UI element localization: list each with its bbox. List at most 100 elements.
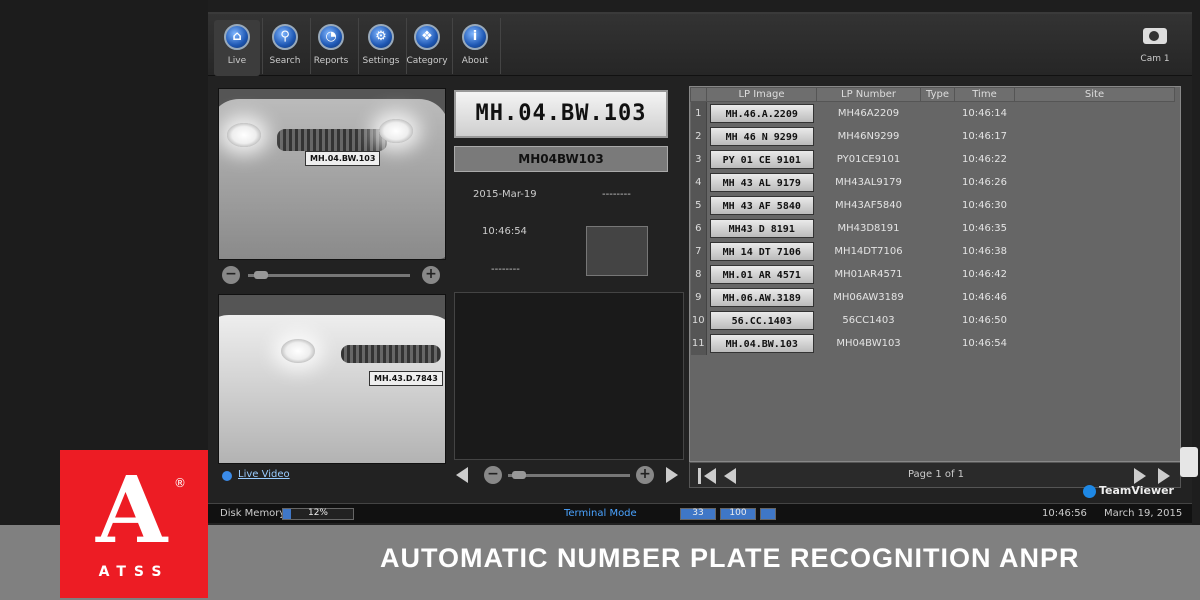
next-page-icon[interactable]	[1134, 468, 1146, 484]
terminal-mode-label: Terminal Mode	[564, 508, 637, 519]
type-cell	[921, 309, 955, 332]
last-page-icon[interactable]	[1158, 468, 1170, 484]
plate-thumbnail: MH 46 N 9299	[709, 126, 814, 146]
site-cell	[1015, 240, 1175, 263]
table-row[interactable]: 6 MH43 D 8191 MH43D8191 10:46:35	[690, 216, 1175, 240]
row-number: 7	[690, 239, 707, 263]
site-cell	[1015, 332, 1175, 355]
column-header[interactable]: Time	[954, 87, 1015, 102]
plate-thumbnail: MH 43 AF 5840	[709, 195, 814, 215]
table-row[interactable]: 9 MH.06.AW.3189 MH06AW3189 10:46:46	[690, 285, 1175, 309]
zoom-slider-handle[interactable]	[254, 271, 268, 279]
background-area	[0, 0, 208, 525]
time-cell: 10:46:50	[962, 314, 1007, 326]
lp-image-cell: 56.CC.1403	[707, 309, 817, 332]
lp-number-cell: MH46N9299	[837, 130, 900, 142]
column-header[interactable]: LP Image	[706, 87, 817, 102]
previous-arrow-icon[interactable]	[456, 467, 468, 483]
live-video-link[interactable]: Live Video	[238, 469, 290, 480]
site-cell	[1015, 309, 1175, 332]
counter-meter-2: 100	[720, 508, 756, 520]
table-row[interactable]: 7 MH 14 DT 7106 MH14DT7106 10:46:38	[690, 239, 1175, 263]
settings-button[interactable]: ⚙ Settings	[358, 20, 404, 76]
detection-placeholder-2: --------	[491, 264, 520, 275]
column-header[interactable]: Type	[920, 87, 955, 102]
page-indicator: Page 1 of 1	[907, 469, 965, 480]
snapshot-panel	[454, 292, 684, 460]
lp-number-cell: MH14DT7106	[834, 245, 903, 257]
row-number: 9	[690, 285, 707, 309]
zoom-out-icon[interactable]: −	[222, 266, 240, 284]
row-number: 2	[690, 124, 707, 148]
category-button[interactable]: ❖ Category	[404, 20, 450, 76]
table-row[interactable]: 5 MH 43 AF 5840 MH43AF5840 10:46:30	[690, 193, 1175, 217]
banner-title: AUTOMATIC NUMBER PLATE RECOGNITION ANPR	[380, 543, 1080, 573]
table-row[interactable]: 10 56.CC.1403 56CC1403 10:46:50	[690, 308, 1175, 332]
lp-image-cell: MH.46.A.2209	[707, 102, 817, 125]
car-image	[219, 315, 445, 463]
site-cell	[1015, 171, 1175, 194]
vehicle-thumbnail	[586, 226, 648, 276]
site-cell	[1015, 286, 1175, 309]
settings-icon: ⚙	[368, 24, 394, 50]
atss-logo: A ® ATSS	[60, 450, 208, 598]
site-cell	[1015, 125, 1175, 148]
table-row[interactable]: 1 MH.46.A.2209 MH46A2209 10:46:14	[690, 101, 1175, 125]
table-row[interactable]: 11 MH.04.BW.103 MH04BW103 10:46:54	[690, 331, 1175, 355]
status-date: March 19, 2015	[1104, 508, 1183, 519]
site-cell	[1015, 217, 1175, 240]
about-button[interactable]: i About	[452, 20, 498, 76]
registered-mark: ®	[174, 476, 186, 490]
type-cell	[921, 286, 955, 309]
top-zoom-control: − +	[222, 266, 442, 286]
row-number: 5	[690, 193, 707, 217]
counter-meter-1: 33	[680, 508, 716, 520]
search-button[interactable]: ⚲ Search	[262, 20, 308, 76]
zoom-in-icon[interactable]: +	[422, 266, 440, 284]
type-cell	[921, 194, 955, 217]
lp-image-cell: MH 43 AL 9179	[707, 171, 817, 194]
live-camera-feed-top[interactable]: MH.04.BW.103	[218, 88, 446, 260]
time-cell: 10:46:38	[962, 245, 1007, 257]
zoom-slider-track[interactable]	[508, 474, 630, 477]
type-cell	[921, 240, 955, 263]
live-indicator-icon	[222, 471, 232, 481]
logo-text: ATSS	[98, 564, 170, 580]
next-arrow-icon[interactable]	[666, 467, 678, 483]
disk-memory-meter: 12%	[282, 508, 354, 520]
lp-number-cell: MH46A2209	[837, 107, 900, 119]
zoom-in-icon[interactable]: +	[636, 466, 654, 484]
reports-button[interactable]: ◔ Reports	[308, 20, 354, 76]
counter-meter-3	[760, 508, 776, 520]
time-cell: 10:46:42	[962, 268, 1007, 280]
site-cell	[1015, 102, 1175, 125]
lp-number-cell: MH43AL9179	[835, 176, 902, 188]
lp-image-cell: MH 43 AF 5840	[707, 194, 817, 217]
column-header[interactable]: LP Number	[816, 87, 921, 102]
table-row[interactable]: 3 PY 01 CE 9101 PY01CE9101 10:46:22	[690, 147, 1175, 171]
time-cell: 10:46:46	[962, 291, 1007, 303]
row-number: 1	[690, 101, 707, 125]
time-cell: 10:46:35	[962, 222, 1007, 234]
type-cell	[921, 125, 955, 148]
detected-plate-number: MH04BW103	[454, 146, 668, 172]
zoom-slider-handle[interactable]	[512, 471, 526, 479]
teamviewer-side-tab[interactable]	[1180, 447, 1198, 477]
zoom-slider-track[interactable]	[248, 274, 410, 277]
table-row[interactable]: 2 MH 46 N 9299 MH46N9299 10:46:17	[690, 124, 1175, 148]
lp-number-cell: MH43AF5840	[835, 199, 902, 211]
top-feed-plate: MH.04.BW.103	[305, 151, 381, 166]
table-row[interactable]: 8 MH.01 AR 4571 MH01AR4571 10:46:42	[690, 262, 1175, 286]
column-header[interactable]: Site	[1014, 87, 1175, 102]
search-icon: ⚲	[272, 24, 298, 50]
zoom-out-icon[interactable]: −	[484, 466, 502, 484]
teamviewer-badge[interactable]: TeamViewer	[1083, 484, 1174, 498]
lp-number-cell: MH01AR4571	[834, 268, 903, 280]
live-button[interactable]: ⌂ Live	[214, 20, 260, 76]
lp-image-cell: PY 01 CE 9101	[707, 148, 817, 171]
time-cell: 10:46:26	[962, 176, 1007, 188]
live-camera-feed-bottom[interactable]: MH.43.D.7843	[218, 294, 446, 464]
lp-image-cell: MH 14 DT 7106	[707, 240, 817, 263]
camera-button[interactable]: Cam 1	[1130, 20, 1180, 76]
table-row[interactable]: 4 MH 43 AL 9179 MH43AL9179 10:46:26	[690, 170, 1175, 194]
